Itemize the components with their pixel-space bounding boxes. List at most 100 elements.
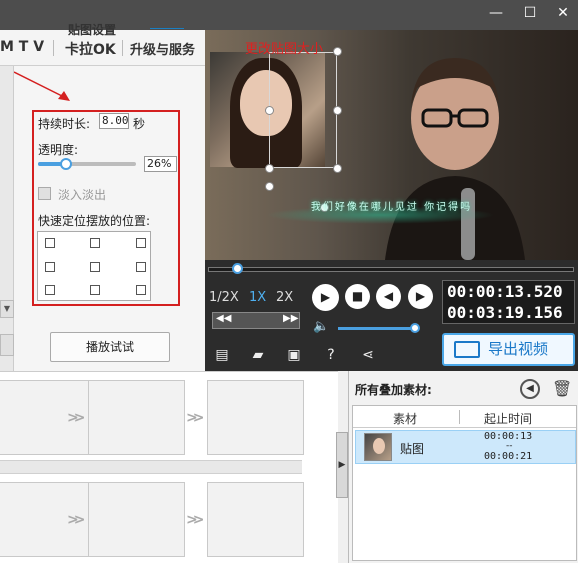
table-header: 素材 起止时间	[353, 406, 576, 428]
opacity-slider-thumb[interactable]	[60, 158, 72, 170]
position-bottom-right[interactable]	[136, 285, 146, 295]
chevron-right-icon: >>	[67, 512, 85, 528]
fade-label: 淡入淡出	[58, 188, 107, 202]
preview-button[interactable]: 播放试试	[50, 332, 170, 362]
tab-upgrade-service[interactable]: 升级与服务	[130, 39, 195, 58]
time-display: 00:00:13.520 00:03:19.156	[442, 280, 575, 324]
title-underline	[150, 28, 184, 29]
chevron-right-icon: >>	[67, 410, 85, 426]
position-top-left[interactable]	[45, 238, 55, 248]
next-frame-icon[interactable]: ▶	[408, 284, 433, 309]
speed-normal[interactable]: 1X	[249, 290, 266, 305]
tab-karaoke[interactable]: 卡拉OK	[65, 39, 116, 59]
new-icon[interactable]: ▤	[213, 347, 231, 363]
minimize-button[interactable]: —	[482, 2, 510, 24]
app-window: — ☐ ✕ M T V 卡拉OK 升级与服务 ▼ 贴图设置 持续时长: 8.00…	[0, 0, 578, 563]
nav-separator	[53, 40, 54, 56]
opacity-label: 透明度:	[38, 143, 79, 157]
play-icon[interactable]: ▶	[312, 284, 339, 311]
forward-icon[interactable]: ▶▶	[283, 313, 298, 324]
resize-annotation: 更改贴图大小	[245, 42, 324, 57]
duration-unit: 秒	[133, 117, 146, 131]
overlay-table: 素材 起止时间 贴图 00:00:13 -- 00:00:21	[352, 405, 577, 561]
position-bottom-left[interactable]	[45, 285, 55, 295]
position-top-center[interactable]	[90, 238, 100, 248]
table-row[interactable]: 贴图 00:00:13 -- 00:00:21	[355, 430, 576, 464]
resize-handle[interactable]	[265, 182, 274, 191]
position-center[interactable]	[90, 262, 100, 272]
export-icon	[454, 341, 480, 358]
resize-handle[interactable]	[333, 106, 342, 115]
column-time: 起止时间	[484, 412, 533, 426]
column-divider	[459, 410, 460, 424]
speed-double[interactable]: 2X	[276, 290, 293, 305]
folder-icon[interactable]: ▰	[249, 347, 267, 363]
seek-thumb[interactable]	[232, 263, 243, 274]
position-top-right[interactable]	[136, 238, 146, 248]
volume-slider-thumb[interactable]	[410, 323, 420, 333]
player-controls: 1/2X 1X 2X ▶ ■ ◀ ▶ 00:00:13.520 00:03:19…	[205, 260, 578, 371]
side-button[interactable]	[0, 334, 14, 356]
fade-checkbox[interactable]	[38, 187, 51, 200]
speed-half[interactable]: 1/2X	[209, 290, 239, 305]
chevron-right-icon: >>	[186, 410, 204, 426]
duration-label: 持续时长:	[38, 117, 91, 131]
trash-icon[interactable]: 🗑	[552, 379, 572, 399]
singer-image	[385, 58, 525, 260]
scroll-down-arrow-icon[interactable]: ▼	[0, 300, 14, 318]
row-end-time: 00:00:21	[484, 451, 533, 462]
save-icon[interactable]: ▣	[285, 347, 303, 363]
export-video-button[interactable]: 导出视频	[442, 333, 575, 366]
total-time: 00:03:19.156	[447, 303, 563, 322]
clip-slot[interactable]	[88, 482, 185, 557]
video-frame: 更改贴图大小 我们好像在哪儿见过 你记得吗	[205, 30, 578, 260]
prev-frame-icon[interactable]: ◀	[376, 284, 401, 309]
resize-handle[interactable]	[265, 164, 274, 173]
volume-icon[interactable]: 🔈	[313, 319, 329, 334]
overlay-materials-panel: 所有叠加素材: ◀ 🗑 素材 起止时间 贴图 00:00:13 -- 00:00…	[348, 371, 578, 563]
selection-box[interactable]	[269, 52, 337, 168]
column-material: 素材	[393, 412, 418, 426]
row-name: 贴图	[400, 442, 425, 456]
stop-icon[interactable]: ■	[345, 284, 370, 309]
resize-handle[interactable]	[333, 47, 342, 56]
chevron-right-icon: >>	[186, 512, 204, 528]
volume-slider-fill	[338, 327, 416, 330]
clip-slot[interactable]	[88, 380, 185, 455]
opacity-input[interactable]: 26%	[144, 156, 177, 172]
seek-bar[interactable]	[208, 267, 574, 272]
video-preview: 更改贴图大小 我们好像在哪儿见过 你记得吗	[205, 30, 578, 260]
clip-timeline: >> >> >> >>	[0, 371, 338, 563]
position-middle-right[interactable]	[136, 262, 146, 272]
maximize-button[interactable]: ☐	[516, 2, 544, 24]
clip-slot[interactable]	[207, 380, 304, 455]
thumbnail-face	[373, 438, 385, 454]
back-icon[interactable]: ◀	[520, 379, 540, 399]
collapse-panel-button[interactable]: ▶	[336, 432, 348, 498]
panel-title: 贴图设置	[68, 23, 117, 37]
close-button[interactable]: ✕	[549, 2, 577, 24]
duration-input[interactable]: 8.00	[99, 113, 129, 129]
timeline-separator	[0, 460, 302, 474]
position-bottom-center[interactable]	[90, 285, 100, 295]
tab-mtv[interactable]: M T V	[0, 39, 44, 55]
resize-handle[interactable]	[265, 106, 274, 115]
lyric-text: 我们好像在哪儿见过 你记得吗	[310, 202, 473, 213]
resize-handle[interactable]	[333, 164, 342, 173]
nav-separator	[122, 40, 123, 56]
export-label: 导出视频	[488, 340, 549, 358]
share-icon[interactable]: ⋖	[359, 347, 377, 363]
rewind-icon[interactable]: ◀◀	[216, 313, 231, 324]
left-scroll-strip: ▼	[0, 66, 14, 371]
overlay-title: 所有叠加素材:	[355, 383, 432, 397]
position-grid	[37, 231, 151, 301]
position-label: 快速定位摆放的位置:	[38, 214, 151, 228]
help-icon[interactable]: ?	[322, 347, 340, 363]
sticker-thumbnail	[364, 433, 392, 461]
clip-slot[interactable]	[207, 482, 304, 557]
annotation-arrow-icon	[14, 71, 70, 101]
current-time: 00:00:13.520	[447, 282, 563, 301]
frame-step-bar[interactable]: ◀◀ ▶▶	[212, 312, 300, 329]
position-middle-left[interactable]	[45, 262, 55, 272]
row-time-separator: --	[506, 441, 513, 451]
